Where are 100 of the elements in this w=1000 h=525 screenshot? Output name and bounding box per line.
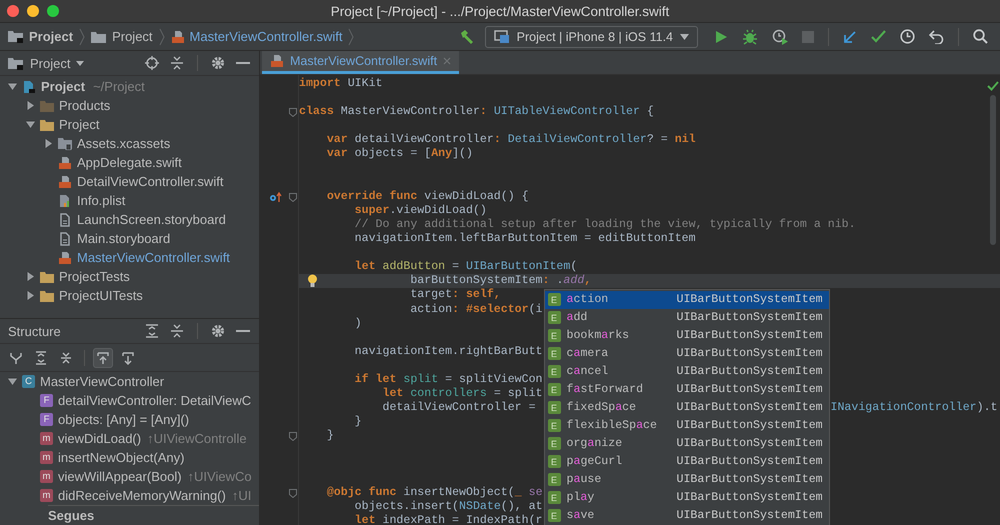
undo-icon[interactable] [929,30,944,44]
scrollbar-thumb[interactable] [990,95,996,245]
structure-item[interactable]: didReceiveMemoryWarning() [58,488,226,503]
completion-item[interactable]: E cancel UIBarButtonSystemItem [544,362,828,380]
collapse-all-icon[interactable] [170,324,184,338]
folder-icon [40,290,54,302]
code-line: let indexPath = IndexPath(r [354,514,543,525]
code-line: ) [354,316,362,331]
tree-item[interactable]: AppDelegate.swift [77,155,182,170]
fold-marker-icon[interactable] [289,488,297,498]
field-badge-icon: F [40,413,53,426]
code-line: let controllers = split [382,387,543,402]
tree-item[interactable]: ProjectTests [59,269,130,284]
fold-marker-icon[interactable] [289,192,297,202]
collapse-arrow-icon[interactable] [8,82,17,91]
completion-item[interactable]: E play UIBarButtonSystemItem [544,488,828,506]
expand-all-icon[interactable] [145,324,159,338]
code-line: super.viewDidLoad() [354,204,487,218]
project-folder-icon [8,56,24,70]
structure-item[interactable]: viewWillAppear(Bool) [58,469,182,484]
tree-item[interactable]: LaunchScreen.storyboard [77,212,226,227]
tree-item[interactable]: Assets.xcassets [77,136,170,151]
settings-icon[interactable] [211,56,225,70]
editor-tab[interactable]: MasterViewController.swift [262,51,460,74]
expand-arrow-icon[interactable] [44,139,53,148]
override-marker-icon[interactable] [269,192,282,202]
breadcrumb[interactable]: MasterViewController.swift [170,29,342,44]
completion-item[interactable]: E camera UIBarButtonSystemItem [544,344,828,362]
crosshair-icon[interactable] [145,56,159,70]
inherited-toggle-icon[interactable] [93,348,113,368]
code-line: INavigationController).t [830,401,998,416]
enum-badge-icon: E [548,383,560,396]
tree-item[interactable]: Project [59,117,100,132]
caret-icon [76,60,84,66]
collapse-arrow-icon[interactable] [8,377,17,386]
completion-item[interactable]: E pageCurl UIBarButtonSystemItem [544,452,828,470]
minimize-window-button[interactable] [27,5,39,17]
structure-item[interactable]: MasterViewController [40,374,164,389]
bug-icon[interactable] [742,28,758,44]
completion-item[interactable]: E bookmarks UIBarButtonSystemItem [544,326,828,344]
search-icon[interactable] [973,29,988,44]
panel-title: Structure [8,324,61,339]
completion-item[interactable]: E action UIBarButtonSystemItem [544,290,828,308]
tree-item[interactable]: Products [59,98,110,113]
tree-item[interactable]: Info.plist [77,193,126,208]
project-view-dropdown[interactable]: Project [8,56,84,70]
structure-section: Segues [48,508,94,523]
completion-item[interactable]: E fastForward UIBarButtonSystemItem [544,380,828,398]
close-window-button[interactable] [7,5,19,17]
completion-item[interactable]: E organize UIBarButtonSystemItem [544,434,828,452]
completion-item[interactable]: E save UIBarButtonSystemItem [544,506,828,524]
expand-arrow-icon[interactable] [26,101,35,110]
method-badge-icon: m [40,451,53,464]
enum-badge-icon: E [548,473,560,486]
structure-item[interactable]: detailViewController: DetailViewC [58,393,252,408]
structure-item[interactable]: insertNewObject(Any) [58,450,184,465]
method-badge-icon: m [40,489,53,502]
tree-item[interactable]: Project [41,79,86,94]
zoom-window-button[interactable] [47,5,59,17]
tree-item[interactable]: Main.storyboard [77,231,170,246]
arrow-icon[interactable] [843,30,857,44]
code-line: navigationItem.rightBarButt [354,344,543,359]
tree-item[interactable]: DetailViewController.swift [77,174,224,189]
checkmark-icon[interactable] [871,30,886,43]
swift-file-icon [270,54,284,68]
code-line: action: #selector(i [410,302,543,317]
project-folder-icon [8,30,24,43]
breadcrumb[interactable]: Project [8,29,74,44]
enum-badge-icon: E [548,365,560,378]
tree-item[interactable]: ProjectUITests [59,288,143,303]
checkmark-icon [987,81,999,91]
lightbulb-icon[interactable] [307,274,318,288]
completion-item[interactable]: E pause UIBarButtonSystemItem [544,470,828,488]
breadcrumb[interactable]: Project [91,29,153,44]
minimize-panel-icon[interactable] [236,330,250,332]
project-path: ~/Project [93,79,145,94]
field-badge-icon: F [40,394,53,407]
run-configuration-dropdown[interactable]: Project | iPhone 8 | iOS 11.4 [484,26,698,48]
chevron-icon [158,28,165,46]
chevron-icon [79,28,86,46]
code-line: } [354,415,362,430]
run-icon[interactable] [714,30,728,44]
collapse-arrow-icon[interactable] [26,120,35,129]
clock-icon[interactable] [900,29,915,44]
chevron-icon [348,28,354,46]
enum-badge-icon: E [548,329,560,342]
collapse-all-icon[interactable] [170,56,184,70]
structure-item[interactable]: objects: [Any] = [Any]() [58,412,190,427]
completion-item[interactable]: E fixedSpace UIBarButtonSystemItem [544,398,828,416]
code-line: @objc func insertNewObject(_ se [326,486,543,500]
expand-arrow-icon[interactable] [26,291,35,300]
fold-marker-icon[interactable] [289,432,297,442]
completion-item[interactable]: E flexibleSpace UIBarButtonSystemItem [544,416,828,434]
profile-run-icon[interactable] [772,28,788,44]
completion-item[interactable]: E add UIBarButtonSystemItem [544,308,828,326]
fold-marker-icon[interactable] [289,108,297,118]
settings-icon[interactable] [211,324,225,338]
structure-item[interactable]: viewDidLoad() [58,431,142,446]
expand-arrow-icon[interactable] [26,272,35,281]
tree-item[interactable]: MasterViewController.swift [77,250,230,265]
